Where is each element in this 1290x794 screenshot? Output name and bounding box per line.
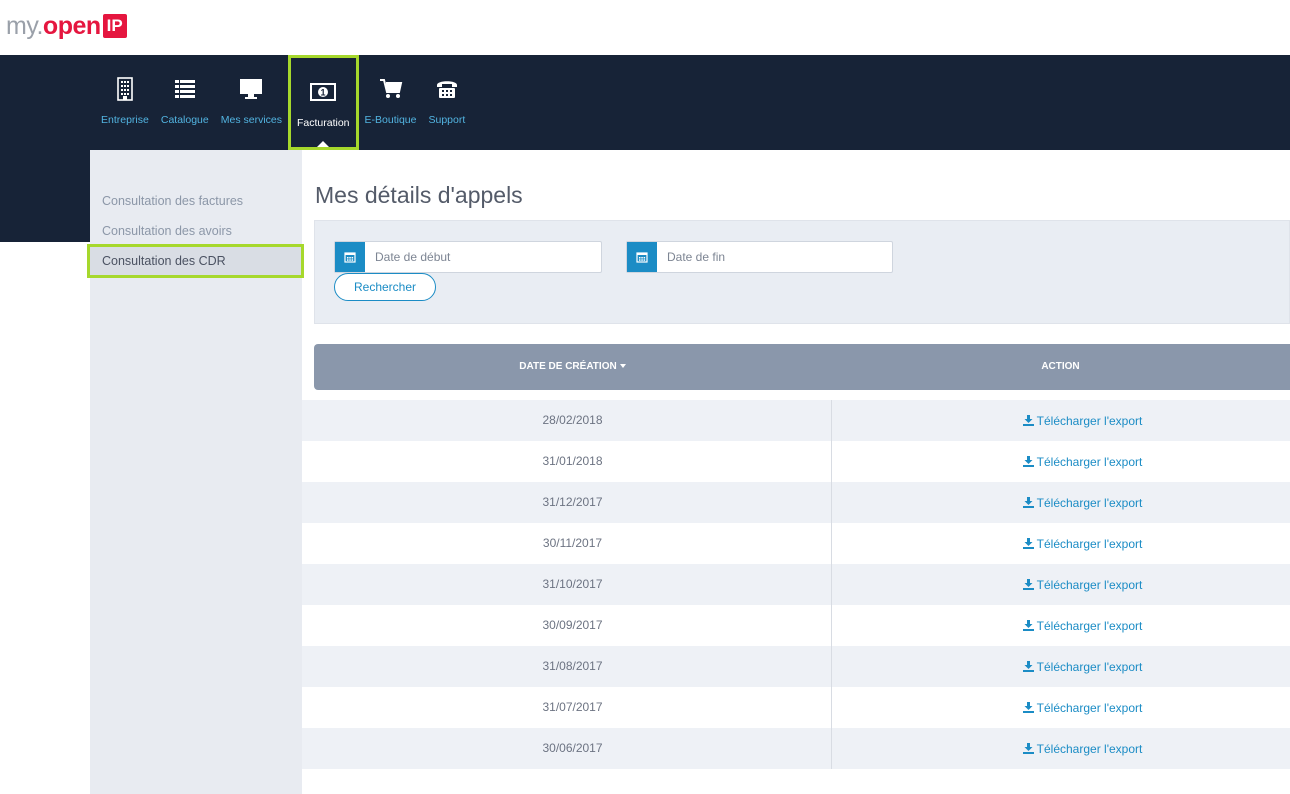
phone-icon [435, 76, 459, 102]
download-icon [1022, 497, 1034, 508]
monitor-icon [239, 76, 263, 102]
nav-item-mes-services[interactable]: Mes services [215, 55, 288, 150]
column-header-action: ACTION [831, 344, 1290, 390]
table-row: 31/07/2017 Télécharger l'export [302, 687, 1290, 728]
building-icon [117, 76, 133, 102]
download-export-label: Télécharger l'export [1036, 454, 1143, 469]
column-header-label: ACTION [1041, 361, 1080, 372]
nav-item-support[interactable]: Support [422, 55, 471, 150]
download-export-link[interactable]: Télécharger l'export [832, 728, 1290, 769]
table-row: 30/11/2017 Télécharger l'export [302, 523, 1290, 564]
download-export-link[interactable]: Télécharger l'export [832, 523, 1290, 564]
download-export-link[interactable]: Télécharger l'export [832, 564, 1290, 605]
calendar-icon[interactable] [627, 242, 657, 272]
download-export-link[interactable]: Télécharger l'export [832, 400, 1290, 441]
logo[interactable]: my. open IP [6, 11, 127, 41]
logo-ip: IP [102, 14, 127, 38]
start-date-input[interactable] [365, 242, 601, 272]
main-nav: Entreprise Catalogue Mes services 1 Fact… [95, 55, 471, 150]
row-date: 31/01/2018 [542, 454, 603, 468]
nav-label: Facturation [297, 117, 350, 129]
calendar-icon[interactable] [335, 242, 365, 272]
navbar-extension [0, 150, 90, 242]
download-icon [1022, 538, 1034, 549]
download-icon [1022, 579, 1034, 590]
table-row: 31/08/2017 Télécharger l'export [302, 646, 1290, 687]
download-export-label: Télécharger l'export [1036, 536, 1143, 551]
download-export-label: Télécharger l'export [1036, 741, 1143, 756]
nav-label: Catalogue [160, 114, 209, 126]
nav-item-facturation[interactable]: 1 Facturation [288, 55, 359, 150]
download-icon [1022, 456, 1034, 467]
download-export-link[interactable]: Télécharger l'export [832, 441, 1290, 482]
search-button[interactable]: Rechercher [334, 273, 436, 301]
column-header-label: DATE DE CRÉATION [519, 361, 617, 372]
download-icon [1022, 620, 1034, 631]
row-date: 30/11/2017 [542, 536, 603, 550]
list-icon [174, 76, 195, 102]
row-date: 30/09/2017 [542, 618, 603, 632]
sidebar-item-avoirs[interactable]: Consultation des avoirs [90, 216, 302, 246]
table-row: 31/12/2017 Télécharger l'export [302, 482, 1290, 523]
row-date: 31/12/2017 [542, 495, 603, 509]
logo-open: open [42, 11, 101, 40]
download-icon [1022, 743, 1034, 754]
sidebar-item-factures[interactable]: Consultation des factures [90, 186, 302, 216]
row-date: 31/08/2017 [542, 659, 603, 673]
download-export-label: Télécharger l'export [1036, 577, 1143, 592]
nav-label: Support [428, 114, 466, 126]
download-export-link[interactable]: Télécharger l'export [832, 687, 1290, 728]
start-date-field [334, 241, 602, 273]
nav-label: Entreprise [101, 114, 149, 126]
download-icon [1022, 661, 1034, 672]
download-icon [1022, 702, 1034, 713]
cart-icon [379, 76, 403, 102]
download-export-label: Télécharger l'export [1036, 495, 1143, 510]
table-row: 30/06/2017 Télécharger l'export [302, 728, 1290, 769]
svg-text:1: 1 [321, 88, 326, 98]
nav-item-e-boutique[interactable]: E-Boutique [359, 55, 423, 150]
table-row: 31/01/2018 Télécharger l'export [302, 441, 1290, 482]
table-body: 28/02/2018 Télécharger l'export 31/01/2018… [302, 400, 1290, 769]
download-export-link[interactable]: Télécharger l'export [832, 646, 1290, 687]
table-row: 31/10/2017 Télécharger l'export [302, 564, 1290, 605]
nav-label: E-Boutique [364, 114, 417, 126]
logo-my: my. [6, 11, 43, 40]
sidebar: Consultation des factures Consultation d… [87, 150, 304, 794]
page-title: Mes détails d'appels [315, 182, 523, 208]
table-row: 30/09/2017 Télécharger l'export [302, 605, 1290, 646]
download-export-label: Télécharger l'export [1036, 413, 1143, 428]
column-header-date[interactable]: DATE DE CRÉATION [314, 344, 831, 390]
row-date: 30/06/2017 [542, 741, 603, 755]
download-export-link[interactable]: Télécharger l'export [832, 605, 1290, 646]
download-export-link[interactable]: Télécharger l'export [832, 482, 1290, 523]
nav-label: Mes services [220, 114, 282, 126]
active-caret-icon [317, 141, 330, 147]
sort-caret-icon [619, 364, 626, 369]
end-date-input[interactable] [657, 242, 892, 272]
filter-panel: Rechercher [314, 220, 1290, 324]
row-date: 31/07/2017 [542, 700, 603, 714]
nav-item-catalogue[interactable]: Catalogue [155, 55, 215, 150]
download-export-label: Télécharger l'export [1036, 659, 1143, 674]
download-icon [1022, 415, 1034, 426]
table-header: DATE DE CRÉATION ACTION [314, 344, 1290, 390]
table-row: 28/02/2018 Télécharger l'export [302, 400, 1290, 441]
end-date-field [626, 241, 893, 273]
row-date: 31/10/2017 [542, 577, 603, 591]
banknote-icon: 1 [310, 79, 337, 105]
download-export-label: Télécharger l'export [1036, 700, 1143, 715]
nav-item-entreprise[interactable]: Entreprise [95, 55, 155, 150]
download-export-label: Télécharger l'export [1036, 618, 1143, 633]
row-date: 28/02/2018 [542, 413, 603, 427]
sidebar-item-cdr[interactable]: Consultation des CDR [87, 244, 304, 278]
